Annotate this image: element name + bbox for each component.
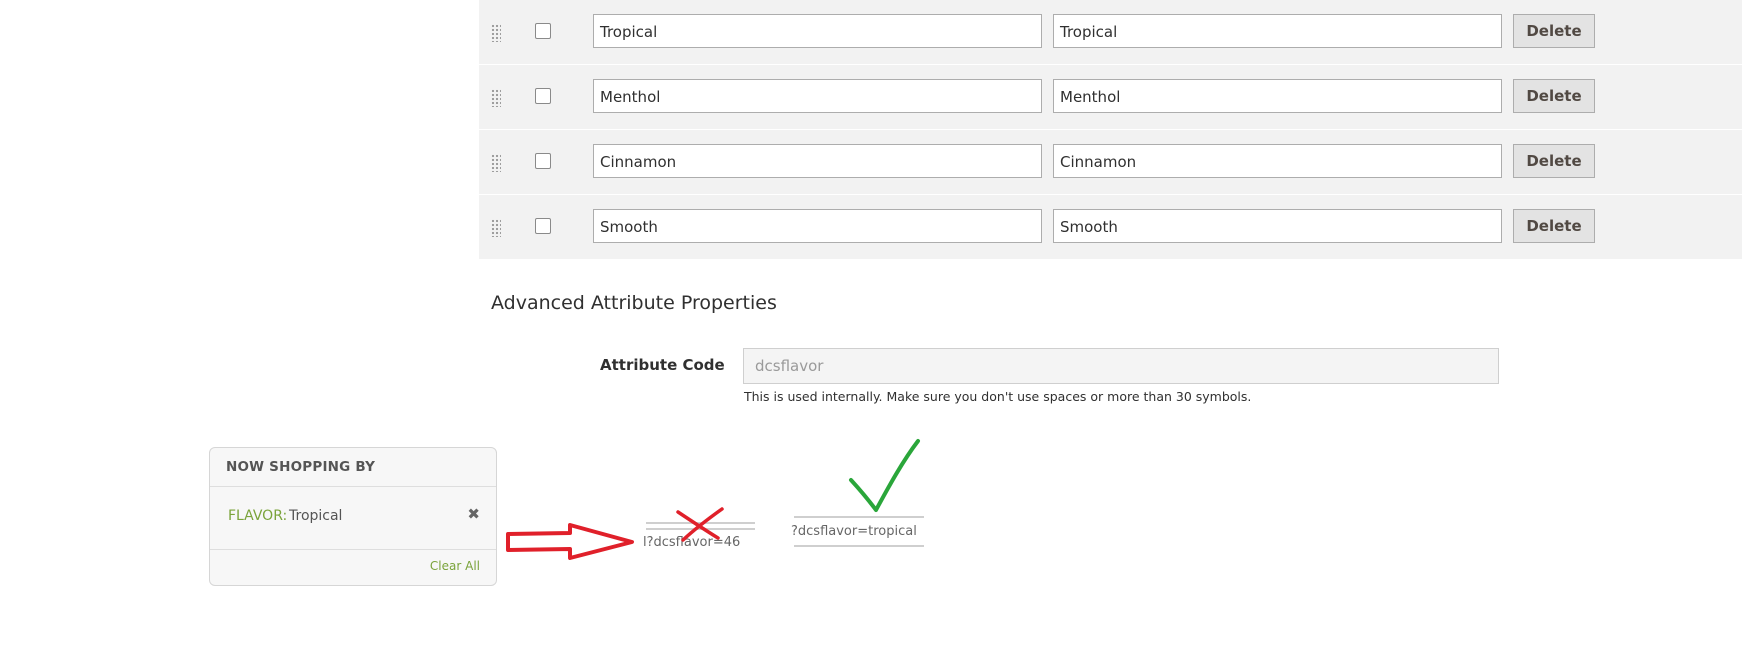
delete-option-button[interactable]: Delete: [1513, 14, 1595, 48]
drag-handle-icon[interactable]: [491, 89, 501, 107]
now-shopping-by-heading: NOW SHOPPING BY: [210, 448, 496, 487]
attribute-code-note: This is used internally. Make sure you d…: [744, 389, 1252, 404]
option-row: Smooth Smooth Delete: [479, 195, 1742, 260]
delete-option-button[interactable]: Delete: [1513, 79, 1595, 113]
delete-option-button[interactable]: Delete: [1513, 209, 1595, 243]
default-option-checkbox[interactable]: [535, 88, 551, 104]
admin-value-input[interactable]: Tropical: [593, 14, 1042, 48]
attribute-code-input[interactable]: dcsflavor: [743, 348, 1499, 384]
default-option-checkbox[interactable]: [535, 23, 551, 39]
default-option-checkbox[interactable]: [535, 153, 551, 169]
drag-handle-icon[interactable]: [491, 154, 501, 172]
store-value-input[interactable]: Menthol: [1053, 79, 1502, 113]
drag-handle-icon[interactable]: [491, 24, 501, 42]
default-option-checkbox[interactable]: [535, 218, 551, 234]
store-value-input[interactable]: Cinnamon: [1053, 144, 1502, 178]
page: Tropical Tropical Delete Menthol Menthol…: [0, 0, 1742, 648]
option-row: Menthol Menthol Delete: [479, 65, 1742, 130]
store-value-input[interactable]: Smooth: [1053, 209, 1502, 243]
store-value-input[interactable]: Tropical: [1053, 14, 1502, 48]
filter-label: FLAVOR:: [228, 508, 288, 524]
now-shopping-by-block: NOW SHOPPING BY FLAVOR: Tropical ✖ Clear…: [209, 447, 497, 586]
attribute-code-label: Attribute Code: [600, 356, 725, 374]
option-row: Cinnamon Cinnamon Delete: [479, 130, 1742, 195]
admin-value-input[interactable]: Menthol: [593, 79, 1042, 113]
active-filter-item: FLAVOR: Tropical ✖: [210, 487, 496, 550]
clear-all-link[interactable]: Clear All: [430, 559, 480, 573]
admin-value-input[interactable]: Cinnamon: [593, 144, 1042, 178]
delete-option-button[interactable]: Delete: [1513, 144, 1595, 178]
green-check-icon: [849, 439, 920, 512]
good-url-text: ?dcsflavor=tropical: [791, 524, 917, 539]
attribute-options-table: Tropical Tropical Delete Menthol Menthol…: [479, 0, 1742, 260]
drag-handle-icon[interactable]: [491, 219, 501, 237]
filter-value: Tropical: [289, 508, 343, 524]
option-row: Tropical Tropical Delete: [479, 0, 1742, 65]
red-arrow-icon: [506, 523, 634, 560]
remove-filter-icon[interactable]: ✖: [467, 505, 480, 523]
advanced-properties-title: Advanced Attribute Properties: [491, 292, 777, 314]
bad-url-text: l?dcsflavor=46: [643, 535, 741, 550]
admin-value-input[interactable]: Smooth: [593, 209, 1042, 243]
